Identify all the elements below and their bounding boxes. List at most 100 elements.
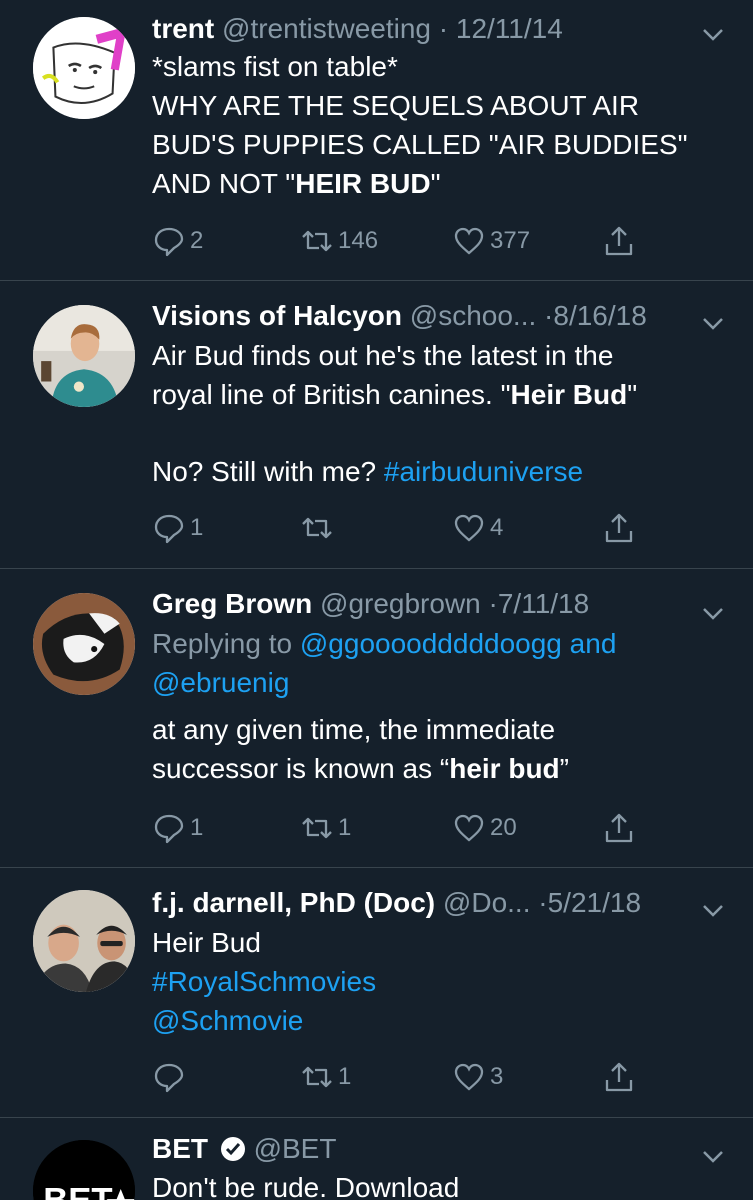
reply-icon	[154, 1063, 184, 1093]
avatar[interactable]	[33, 17, 135, 119]
retweet-button[interactable]: 1	[300, 1060, 351, 1094]
tweet-date[interactable]: 8/16/18	[553, 300, 646, 331]
like-count: 4	[490, 514, 504, 541]
retweet-count: 1	[338, 1063, 352, 1090]
separator: ·	[438, 13, 449, 44]
text-bold: Heir Bud	[510, 379, 628, 410]
text-line: WHY ARE THE SEQUELS ABOUT AIR	[152, 90, 640, 121]
share-button[interactable]	[602, 511, 636, 545]
avatar[interactable]	[33, 305, 135, 407]
like-count: 3	[490, 1063, 504, 1090]
separator: ·	[538, 887, 548, 918]
text-line: *slams fist on table*	[152, 51, 398, 82]
like-button[interactable]: 377	[452, 224, 530, 258]
heart-icon	[454, 514, 484, 542]
mention-link[interactable]: @ggoooodddddoogg	[300, 628, 562, 659]
reply-count: 1	[190, 814, 204, 841]
display-name[interactable]: trent	[152, 13, 214, 44]
mention-link[interactable]: @ebruenig	[152, 667, 289, 698]
text-line: No? Still with me? #airbuduniverse	[152, 452, 713, 491]
and-label: and	[561, 628, 617, 659]
tweet-visions-of-halcyon[interactable]: Visions of Halcyon @schoo... ·8/16/18 Ai…	[0, 281, 753, 569]
share-icon	[605, 513, 633, 543]
tweet-header: Visions of Halcyon @schoo... ·8/16/18	[152, 299, 713, 333]
like-button[interactable]: 3	[452, 1060, 503, 1094]
retweet-button[interactable]: 146	[300, 224, 378, 258]
reply-button[interactable]: 1	[152, 511, 203, 545]
mention-link[interactable]: @Schmovie	[152, 1001, 713, 1040]
separator: ·	[488, 588, 498, 619]
text-line: Replying to @ggoooodddddoogg and	[152, 624, 713, 663]
text-line: successor is known as “heir bud”	[152, 749, 713, 788]
text-plain: "	[627, 379, 638, 410]
separator: ·	[544, 300, 554, 331]
avatar[interactable]	[33, 593, 135, 695]
bet-logo-icon: BET	[33, 1140, 135, 1200]
text-line: royal line of British canines. "Heir Bud…	[152, 375, 713, 414]
tweet-bet[interactable]: BET BET @BET Don't be rude. Download	[0, 1118, 753, 1200]
tweet-date[interactable]: 7/11/18	[498, 588, 589, 619]
tweet-date[interactable]: 5/21/18	[548, 887, 641, 918]
like-button[interactable]: 20	[452, 811, 517, 845]
share-button[interactable]	[602, 224, 636, 258]
text-plain: "	[430, 168, 441, 199]
tweet-text: *slams fist on table* WHY ARE THE SEQUEL…	[152, 47, 713, 203]
handle[interactable]: @BET	[254, 1133, 337, 1164]
chevron-down-icon[interactable]	[701, 311, 725, 335]
handle[interactable]: @schoo...	[410, 300, 536, 331]
chevron-down-icon[interactable]	[701, 1144, 725, 1168]
reply-icon	[154, 814, 184, 844]
hashtag-link[interactable]: #RoyalSchmovies	[152, 962, 713, 1001]
verified-badge-icon	[220, 1137, 245, 1161]
handle[interactable]: @Do...	[443, 887, 531, 918]
text-line: @ebruenig	[152, 663, 713, 702]
avatar[interactable]	[33, 890, 135, 992]
retweet-button[interactable]: 1	[300, 811, 351, 845]
replying-to: Replying to @ggoooodddddoogg and @ebruen…	[152, 624, 713, 702]
text-plain: ”	[559, 753, 569, 784]
reply-button[interactable]: 2	[152, 224, 203, 258]
retweet-count: 146	[338, 227, 379, 254]
text-plain: royal line of British canines. "	[152, 379, 511, 410]
avatar[interactable]: BET	[33, 1140, 135, 1200]
display-name[interactable]: Visions of Halcyon	[152, 300, 402, 331]
like-button[interactable]: 4	[452, 511, 503, 545]
share-button[interactable]	[602, 1060, 636, 1094]
dog-photo-icon	[33, 593, 135, 695]
tweet-header: BET @BET	[152, 1132, 713, 1166]
text-line: AND NOT "HEIR BUD"	[152, 164, 713, 203]
text-line: BUD'S PUPPIES CALLED "AIR BUDDIES"	[152, 129, 688, 160]
chevron-down-icon[interactable]	[701, 601, 725, 625]
text-bold: heir bud	[449, 753, 560, 784]
tweet-trent[interactable]: trent @trentistweeting · 12/11/14 *slams…	[0, 0, 753, 281]
chevron-down-icon[interactable]	[701, 898, 725, 922]
tweet-actions: 1 4	[152, 511, 652, 551]
text-line: Air Bud finds out he's the latest in the	[152, 340, 614, 371]
text-line: Don't be rude. Download	[152, 1172, 460, 1200]
reply-button[interactable]	[152, 1060, 186, 1094]
tweet-actions: 1 1 20	[152, 811, 652, 851]
display-name[interactable]: BET	[152, 1133, 208, 1164]
like-count: 20	[490, 814, 517, 841]
tweet-actions: 1 3	[152, 1060, 652, 1100]
like-count: 377	[490, 227, 531, 254]
reply-button[interactable]: 1	[152, 811, 203, 845]
chevron-down-icon[interactable]	[701, 22, 725, 46]
bet-logo-text: BET	[43, 1181, 112, 1200]
handle[interactable]: @trentistweeting	[222, 13, 431, 44]
retweet-button[interactable]	[300, 511, 334, 545]
retweet-icon	[302, 230, 332, 252]
hashtag-link[interactable]: #airbuduniverse	[384, 456, 583, 487]
tweet-fj-darnell[interactable]: f.j. darnell, PhD (Doc) @Do... ·5/21/18 …	[0, 868, 753, 1118]
tweet-date[interactable]: 12/11/14	[456, 13, 563, 44]
handle[interactable]: @gregbrown	[320, 588, 481, 619]
text-plain: No? Still with me?	[152, 456, 384, 487]
retweet-icon	[302, 817, 332, 839]
tweet-greg-brown[interactable]: Greg Brown @gregbrown ·7/11/18 Replying …	[0, 569, 753, 868]
display-name[interactable]: f.j. darnell, PhD (Doc)	[152, 887, 435, 918]
share-icon	[605, 813, 633, 843]
share-button[interactable]	[602, 811, 636, 845]
display-name[interactable]: Greg Brown	[152, 588, 312, 619]
reply-icon	[154, 227, 184, 257]
tweet-text: at any given time, the immediate success…	[152, 710, 713, 788]
